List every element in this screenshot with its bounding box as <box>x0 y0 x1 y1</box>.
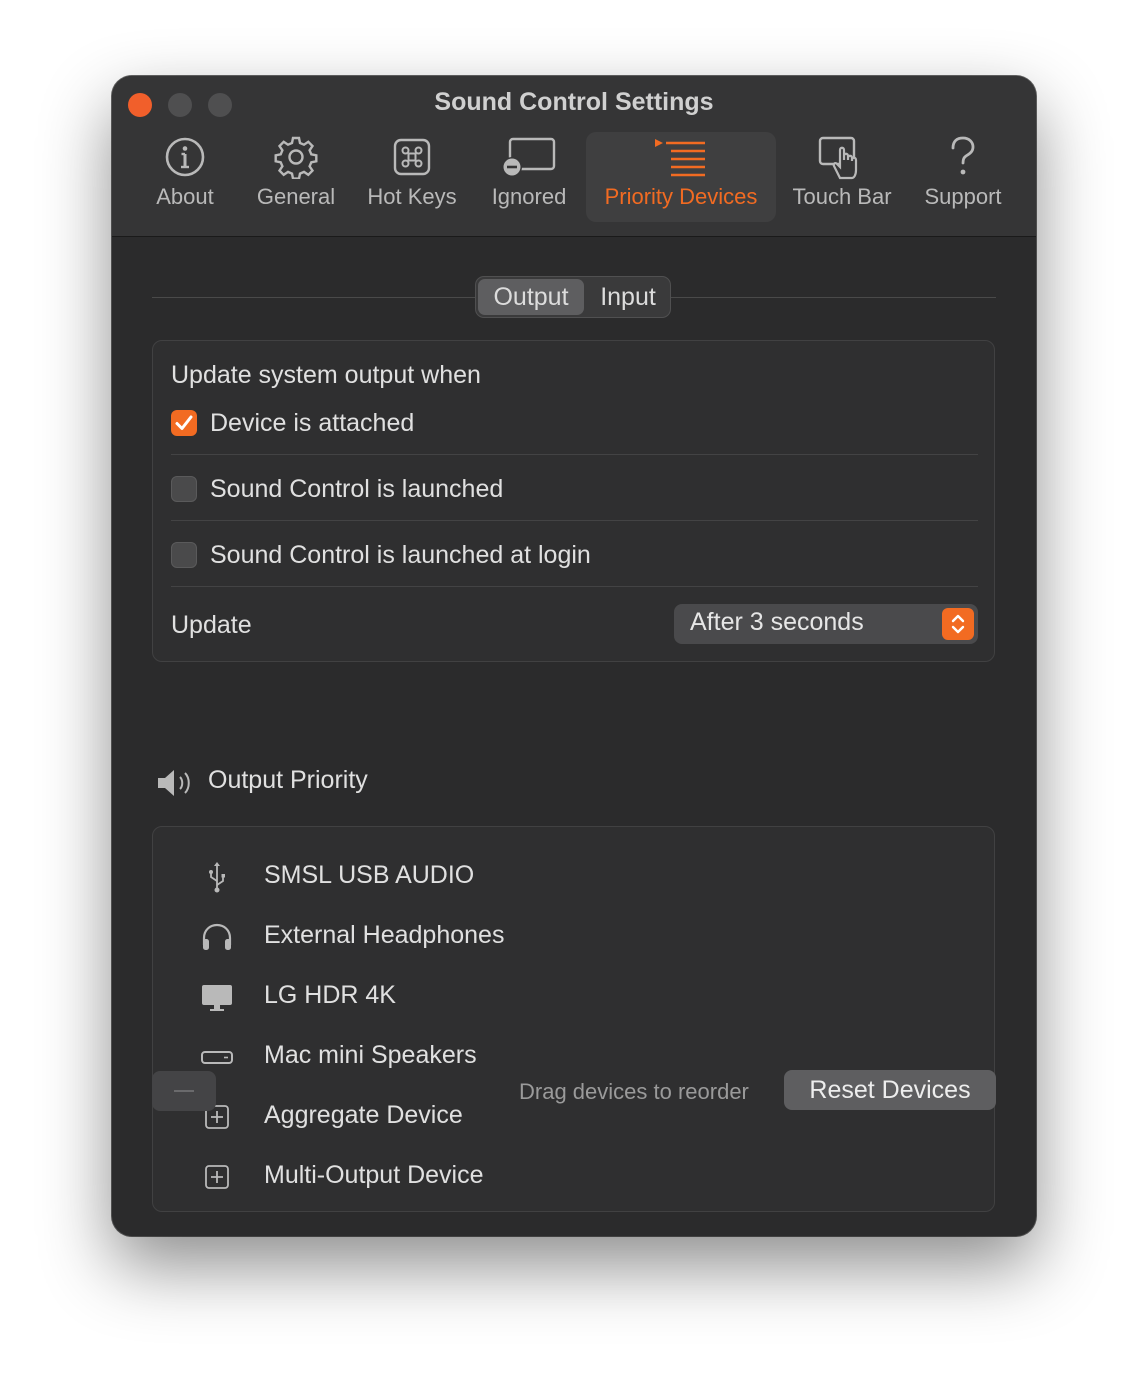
toolbar-label: Ignored <box>491 184 567 209</box>
toolbar-label: About <box>156 184 214 209</box>
gear-icon <box>274 136 318 179</box>
device-priority-list: SMSL USB AUDIO External Headphones LG HD… <box>152 826 995 1212</box>
speaker-icon <box>158 770 190 796</box>
update-delay-popup[interactable]: After 3 seconds <box>674 604 978 644</box>
toolbar-label: Touch Bar <box>792 184 892 209</box>
toolbar-label: General <box>256 184 336 209</box>
touch-bar-hand-icon <box>818 136 858 180</box>
ignored-display-icon <box>502 137 556 177</box>
output-input-segmented-control: Output Input <box>475 276 671 318</box>
toolbar-item-about[interactable]: About <box>148 132 222 222</box>
device-attached-checkbox[interactable] <box>171 410 197 436</box>
usb-icon <box>209 862 225 893</box>
separator <box>171 586 978 587</box>
toolbar-label: Priority Devices <box>604 184 758 209</box>
toolbar-item-priority-devices[interactable]: Priority Devices <box>586 132 776 222</box>
headphones-icon <box>202 923 232 950</box>
popup-arrows-icon <box>942 608 974 640</box>
separator <box>171 520 978 521</box>
toolbar-item-touch-bar[interactable]: Touch Bar <box>786 132 898 222</box>
remove-device-button[interactable] <box>152 1071 216 1111</box>
command-key-icon <box>393 138 431 176</box>
device-name: Mac mini Speakers <box>264 1041 477 1069</box>
segment-output[interactable]: Output <box>478 279 584 315</box>
update-heading: Update system output when <box>171 361 481 389</box>
minus-icon <box>174 1090 194 1092</box>
device-name: LG HDR 4K <box>264 981 396 1009</box>
device-row[interactable]: LG HDR 4K <box>153 967 996 1027</box>
device-name: Aggregate Device <box>264 1101 463 1129</box>
launched-checkbox[interactable] <box>171 476 197 502</box>
drag-hint: Drag devices to reorder <box>519 1079 749 1104</box>
device-row[interactable]: Multi-Output Device <box>153 1147 996 1207</box>
window-title: Sound Control Settings <box>434 88 714 116</box>
separator <box>171 454 978 455</box>
toolbar-item-ignored[interactable]: Ignored <box>486 132 572 222</box>
update-settings-box: Update system output when Device is atta… <box>152 340 995 662</box>
toolbar-item-general[interactable]: General <box>252 132 340 222</box>
toolbar-item-support[interactable]: Support <box>918 132 1008 222</box>
priority-list-icon <box>655 139 705 177</box>
settings-window: Sound Control Settings About General Hot… <box>112 76 1036 1236</box>
toolbar-item-hot-keys[interactable]: Hot Keys <box>364 132 460 222</box>
launched-label[interactable]: Sound Control is launched <box>210 475 503 504</box>
update-delay-value: After 3 seconds <box>690 608 864 636</box>
divider <box>152 297 475 298</box>
divider <box>671 297 996 298</box>
reset-devices-button[interactable]: Reset Devices <box>784 1070 996 1110</box>
checkmark-icon <box>175 415 193 430</box>
launched-at-login-checkbox[interactable] <box>171 542 197 568</box>
device-row[interactable]: SMSL USB AUDIO <box>153 847 996 907</box>
output-priority-title: Output Priority <box>208 766 368 794</box>
multi-output-device-icon <box>205 1165 229 1189</box>
question-mark-icon <box>951 136 975 175</box>
device-name: SMSL USB AUDIO <box>264 861 475 889</box>
toolbar-label: Hot Keys <box>367 184 457 209</box>
device-name: Multi-Output Device <box>264 1161 484 1189</box>
launched-at-login-label[interactable]: Sound Control is launched at login <box>210 541 591 570</box>
device-row[interactable]: External Headphones <box>153 907 996 967</box>
info-icon <box>165 137 205 177</box>
device-name: External Headphones <box>264 921 505 949</box>
display-icon <box>202 985 232 1011</box>
mac-mini-icon <box>201 1051 233 1064</box>
update-label: Update <box>171 611 252 639</box>
toolbar-label: Support <box>924 184 1002 209</box>
segment-input[interactable]: Input <box>586 279 670 315</box>
title-bar: Sound Control Settings About General Hot… <box>112 76 1036 237</box>
device-attached-label[interactable]: Device is attached <box>210 409 414 438</box>
